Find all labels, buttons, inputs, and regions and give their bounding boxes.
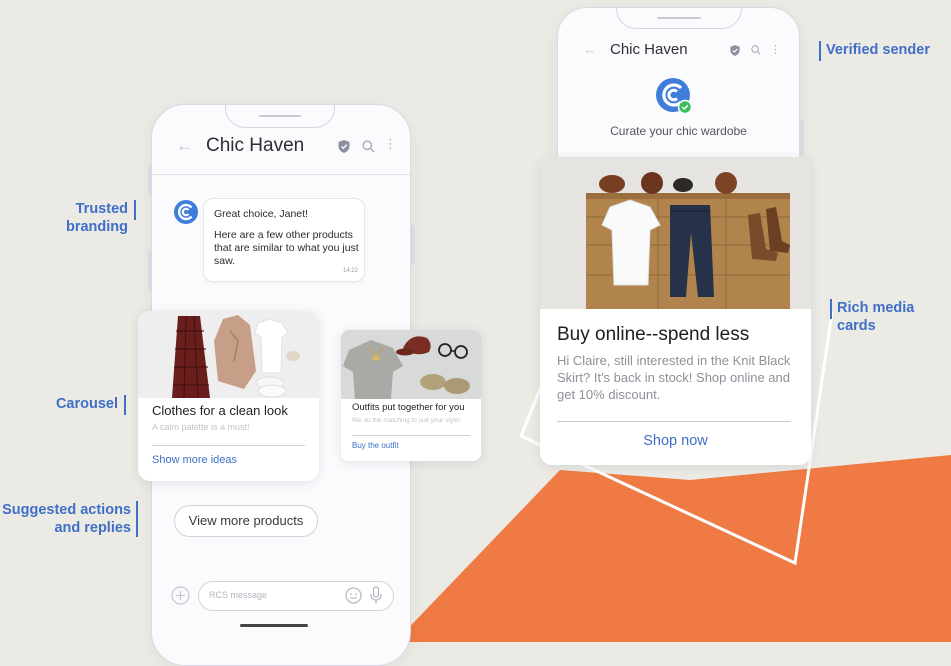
phone-notch [225,105,335,128]
label-trusted-branding: Trusted branding [10,200,136,236]
rich-card-body: Hi Claire, still interested in the Knit … [557,353,791,402]
brand-logo-icon [174,200,198,224]
message-greeting: Great choice, Janet! [214,208,308,220]
rich-card-image [540,157,811,309]
phone-side-button [800,120,804,156]
carousel-card-title: Outfits put together for you [352,402,465,413]
more-options-icon[interactable]: ⋮ [384,137,397,150]
add-attachment-icon[interactable] [171,586,190,605]
emoji-icon[interactable] [345,587,362,604]
carousel-card-image [341,330,481,399]
back-arrow-icon[interactable]: ← [583,41,597,57]
composer-placeholder: RCS message [209,590,268,600]
card-divider [152,445,305,446]
suggested-reply-chip[interactable]: View more products [174,505,318,537]
rich-media-card[interactable]: Buy online--spend less Hi Claire, still … [540,157,811,465]
more-options-icon[interactable]: ⋮ [770,43,781,56]
carousel-card[interactable]: Outfits put together for you We do the m… [341,330,481,461]
verified-shield-icon [730,45,740,56]
shop-now-button[interactable]: Shop now [540,433,811,449]
verified-brand-logo-icon [656,78,693,115]
carousel-card[interactable]: Clothes for a clean look A calm palette … [138,311,319,481]
verified-shield-icon [338,140,350,153]
message-bubble: Great choice, Janet! Here are a few othe… [203,198,365,282]
back-arrow-icon[interactable]: ← [176,136,193,156]
message-composer[interactable]: RCS message [198,581,394,611]
brand-tagline: Curate your chic wardobe [610,124,747,138]
search-icon[interactable] [751,45,761,55]
microphone-icon[interactable] [369,586,383,605]
carousel-card-image [138,311,319,398]
carousel-card-subtitle: We do the matching to suit your style! [352,417,461,424]
rich-card-title: Buy online--spend less [557,324,750,345]
label-verified-sender: Verified sender [819,41,930,61]
card-divider [557,421,791,422]
buy-the-outfit-button[interactable]: Buy the outfit [352,441,399,450]
label-suggested-actions: Suggested actions and replies [0,501,138,537]
search-icon[interactable] [362,140,375,153]
carousel-card-subtitle: A calm palette is a must! [152,422,250,432]
message-body: Here are a few other products that are s… [214,229,359,267]
phone-side-button [411,225,415,265]
header-divider [152,174,410,175]
header-title: Chic Haven [610,41,688,58]
phone-notch [616,8,742,29]
home-indicator [240,624,308,627]
label-rich-media-cards: Rich media cards [830,299,951,335]
header-title: Chic Haven [206,135,305,156]
show-more-ideas-button[interactable]: Show more ideas [152,454,237,466]
label-carousel: Carousel [10,395,126,415]
card-divider [352,435,470,436]
message-timestamp: 14:22 [342,268,358,274]
carousel-card-title: Clothes for a clean look [152,403,288,418]
